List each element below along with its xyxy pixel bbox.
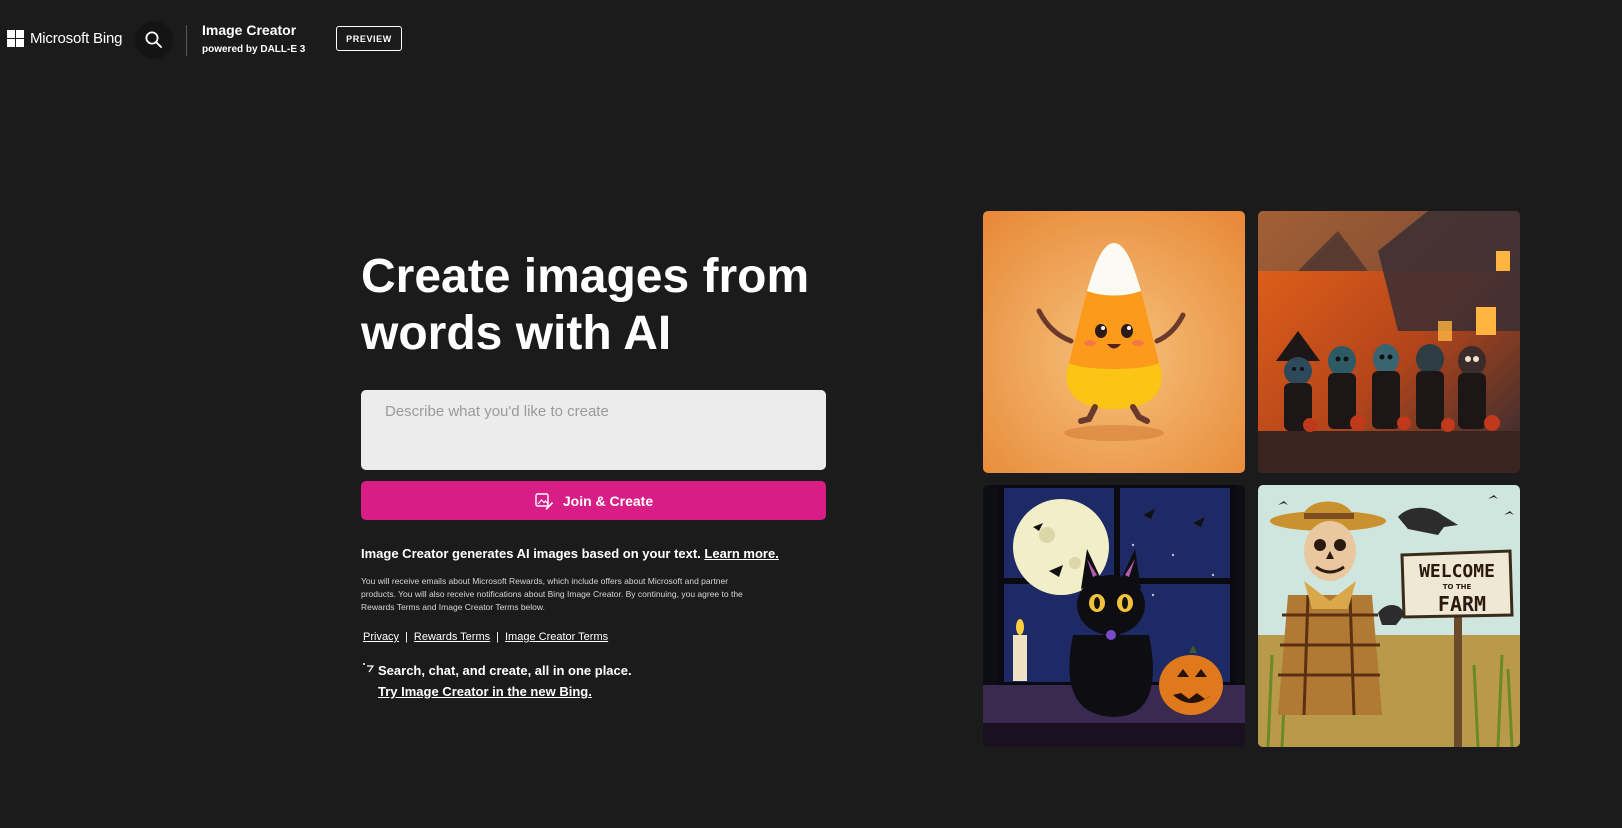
bing-brand-link[interactable]: Microsoft Bing [7,30,122,47]
learn-more-link[interactable]: Learn more. [704,546,778,561]
info-line: Image Creator generates AI images based … [361,546,779,561]
privacy-link[interactable]: Privacy [363,631,399,643]
app-subtitle: powered by DALL-E 3 [202,44,306,55]
candy-corn-illustration [983,211,1245,473]
microsoft-logo-icon [7,30,24,47]
prompt-input[interactable] [361,390,826,470]
link-separator: | [496,631,499,643]
page-title: Create images from words with AI [361,250,810,360]
sign-text-welcome: WELCOME [1419,561,1495,582]
black-cat-illustration [983,485,1245,747]
scarecrow-illustration: WELCOME TO THE FARM [1258,485,1520,747]
gallery-image-halloween-kids[interactable] [1258,211,1520,473]
gallery-image-black-cat[interactable] [983,485,1245,747]
try-text: Search, chat, and create, all in one pla… [378,663,632,678]
rewards-terms-link[interactable]: Rewards Terms [414,631,490,643]
app-title[interactable]: Image Creator [202,22,296,38]
link-separator: | [405,631,408,643]
sparkle-icon [363,663,375,673]
search-icon [145,31,162,48]
preview-badge: PREVIEW [336,26,402,51]
rewards-disclaimer: You will receive emails about Microsoft … [361,576,743,612]
header-divider [186,25,187,56]
join-create-button[interactable]: Join & Create [361,481,826,520]
sign-text-to-the: TO THE [1443,583,1472,591]
join-create-label: Join & Create [562,492,654,509]
search-button[interactable] [135,21,173,59]
top-bar: Microsoft Bing Image Creator powered by … [0,0,1622,80]
info-text: Image Creator generates AI images based … [361,546,701,561]
gallery-image-scarecrow[interactable]: WELCOME TO THE FARM [1258,485,1520,747]
brand-name: Microsoft Bing [30,30,123,47]
image-creator-terms-link[interactable]: Image Creator Terms [505,631,608,643]
create-image-icon [535,492,554,510]
gallery-image-candy-corn[interactable] [983,211,1245,473]
try-new-bing-link[interactable]: Try Image Creator in the new Bing. [378,684,592,699]
sign-text-farm: FARM [1438,592,1486,616]
halloween-kids-illustration [1258,211,1520,473]
terms-links: Privacy | Rewards Terms | Image Creator … [363,631,608,643]
